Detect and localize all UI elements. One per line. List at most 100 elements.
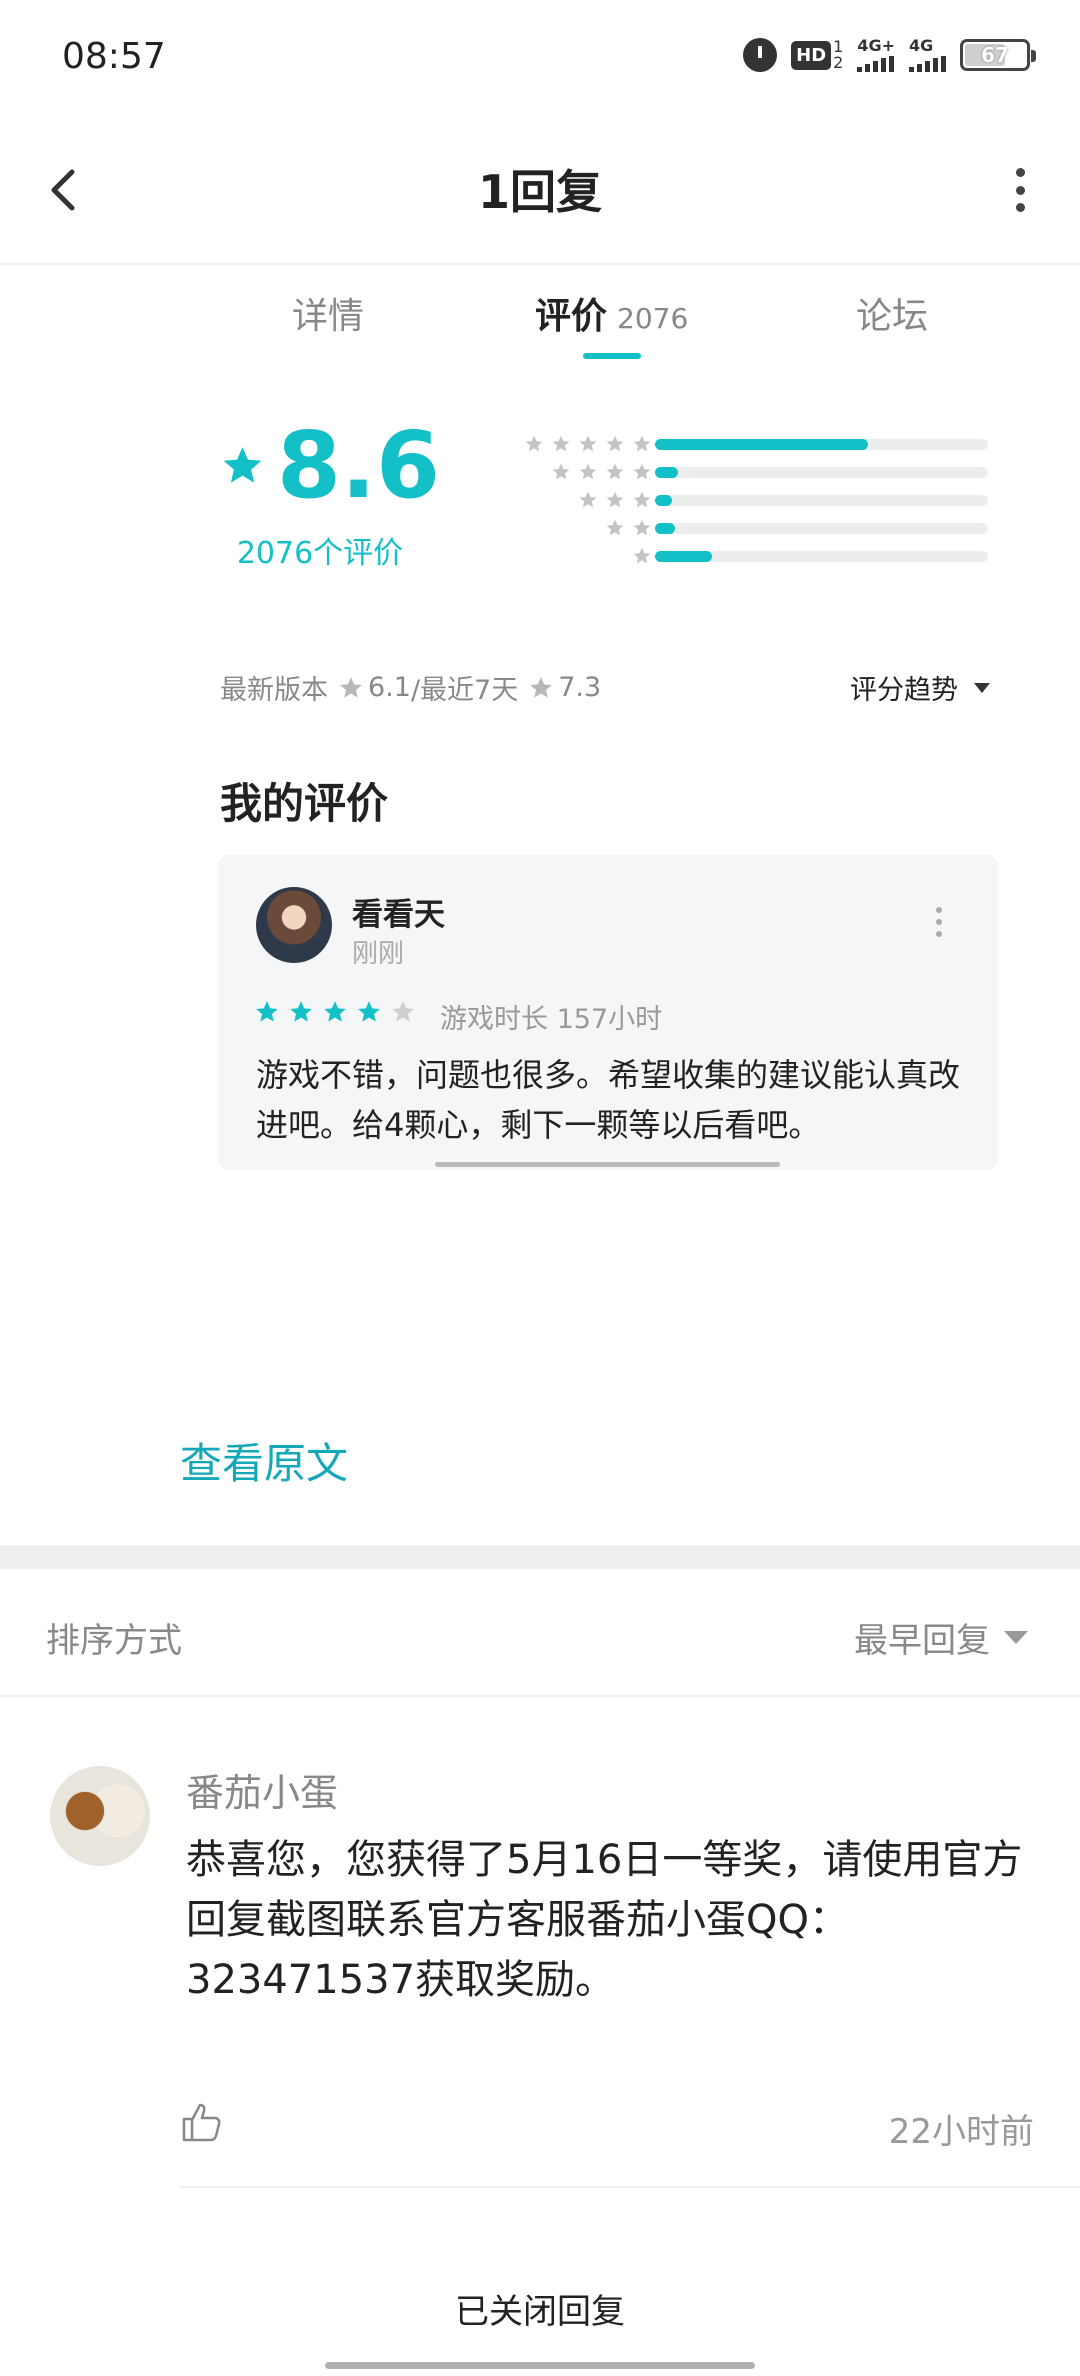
star-icon xyxy=(633,491,651,508)
hd-sim-sub: 2 xyxy=(833,53,844,72)
distribution-bar xyxy=(655,522,675,534)
sort-row: 排序方式 最早回复 xyxy=(0,1569,1080,1697)
tab-indicator xyxy=(583,353,641,359)
latest-version-label: 最新版本 xyxy=(220,675,328,706)
star-icon xyxy=(579,463,597,480)
star-icon xyxy=(633,519,651,536)
distribution-row-2-star xyxy=(480,514,1000,542)
distribution-bar xyxy=(655,466,678,478)
alarm-icon xyxy=(743,38,778,72)
sort-value: 最早回复 xyxy=(854,1621,990,1661)
status-bar: 08:57 HD 12 4G+ 4G 67 xyxy=(0,0,1080,120)
distribution-track xyxy=(655,494,988,506)
more-dot-icon xyxy=(936,907,942,913)
hd-sim-label: 12 xyxy=(833,39,843,71)
sort-dropdown[interactable]: 最早回复 xyxy=(854,1613,1028,1662)
star-filled-icon xyxy=(290,1001,312,1022)
star-icon xyxy=(579,435,597,452)
reply-user-name[interactable]: 番茄小蛋 xyxy=(186,1762,338,1817)
status-time: 08:57 xyxy=(62,36,166,77)
like-button[interactable] xyxy=(180,2100,224,2144)
star-icon xyxy=(633,547,651,564)
scroll-indicator xyxy=(435,1162,780,1167)
network-label-1: 4G+ xyxy=(857,36,895,55)
rating-score: 8.6 xyxy=(277,412,440,519)
thumbs-up-icon xyxy=(182,2103,221,2142)
battery-percent: 67 xyxy=(981,43,1009,67)
avatar[interactable] xyxy=(256,887,332,963)
signal-bars-icon xyxy=(909,56,946,72)
caret-down-icon xyxy=(974,682,990,693)
distribution-row-1-star xyxy=(480,542,1000,570)
star-filled-icon xyxy=(324,1001,346,1022)
status-icons: HD 12 4G+ 4G 67 xyxy=(743,38,1036,72)
more-dot-icon xyxy=(1015,185,1025,195)
star-filled-icon xyxy=(256,1001,278,1022)
review-more-button[interactable] xyxy=(936,907,946,937)
star-empty-icon xyxy=(392,1001,414,1022)
tab-bar: 详情 评价 2076 论坛 xyxy=(0,267,1080,367)
distribution-row-5-star xyxy=(480,430,1000,458)
reply-content: 恭喜您，您获得了5月16日一等奖，请使用官方回复截图联系官方客服番茄小蛋QQ：3… xyxy=(186,1837,1023,2003)
my-review-card[interactable]: 看看天 刚刚 游戏时长 157小时 游戏不错，问题也很多。希望收集的建议能认真改… xyxy=(218,855,998,1170)
battery-icon: 67 xyxy=(960,39,1036,71)
more-dot-icon xyxy=(936,919,942,925)
star-icon xyxy=(606,435,624,452)
star-icon xyxy=(579,491,597,508)
more-dot-icon xyxy=(1015,168,1025,177)
review-playtime: 游戏时长 157小时 xyxy=(440,1004,663,1035)
recent-score: 7.3 xyxy=(558,672,602,703)
more-dot-icon xyxy=(1015,203,1025,212)
hd-icon: HD xyxy=(791,40,832,70)
star-icon xyxy=(552,463,570,480)
distribution-row-4-star xyxy=(480,458,1000,486)
distribution-bar xyxy=(655,494,672,506)
review-user-name[interactable]: 看看天 xyxy=(352,889,445,934)
tab-reviews[interactable]: 评价 2076 xyxy=(535,287,688,339)
more-dot-icon xyxy=(936,931,942,937)
version-rating-row: 最新版本 6.1 /最近7天 7.3 xyxy=(220,668,601,707)
latest-version-score: 6.1 xyxy=(368,672,411,703)
rating-trend-dropdown[interactable]: 评分趋势 xyxy=(850,668,990,707)
my-review-title: 我的评价 xyxy=(220,779,389,828)
network-label-2: 4G xyxy=(909,36,934,55)
tab-reviews-count: 2076 xyxy=(617,302,689,335)
header: 1回复 xyxy=(0,120,1080,265)
replies-closed-text: 已关闭回复 xyxy=(455,2292,625,2332)
tab-reviews-label: 评价 xyxy=(535,296,608,337)
sort-label: 排序方式 xyxy=(46,1621,182,1661)
star-icon xyxy=(340,676,362,698)
star-icon xyxy=(606,491,624,508)
star-icon xyxy=(606,463,624,480)
divider xyxy=(180,2186,1080,2188)
star-icon xyxy=(223,447,262,483)
signal-bars-icon xyxy=(857,56,895,72)
review-stars xyxy=(254,999,416,1025)
review-time: 刚刚 xyxy=(352,939,405,969)
star-icon xyxy=(606,519,624,536)
avatar[interactable] xyxy=(50,1766,150,1866)
view-original-link[interactable]: 查看原文 xyxy=(180,1430,348,1491)
tab-details[interactable]: 详情 xyxy=(292,287,364,339)
star-icon xyxy=(633,463,651,480)
section-divider xyxy=(0,1545,1080,1569)
network-signal-1: 4G+ xyxy=(857,38,895,72)
reply-time: 22小时前 xyxy=(888,2112,1034,2152)
distribution-track xyxy=(655,466,988,478)
caret-down-icon xyxy=(1004,1631,1028,1644)
tab-forum[interactable]: 论坛 xyxy=(856,287,928,339)
network-signal-2: 4G xyxy=(909,38,946,72)
review-content: 游戏不错，问题也很多。希望收集的建议能认真改进吧。给4颗心，剩下一颗等以后看吧。 xyxy=(256,1056,961,1144)
distribution-row-3-star xyxy=(480,486,1000,514)
distribution-track xyxy=(655,522,988,534)
rating-trend-label: 评分趋势 xyxy=(850,675,958,706)
distribution-bar xyxy=(655,550,712,562)
star-icon xyxy=(633,435,651,452)
page-title: 1回复 xyxy=(477,165,602,219)
home-indicator[interactable] xyxy=(325,2362,755,2369)
rating-summary: 8.6 2076个评价 xyxy=(220,420,440,572)
more-options-button[interactable] xyxy=(1000,160,1040,220)
star-filled-icon xyxy=(358,1001,380,1022)
star-icon xyxy=(530,676,553,698)
star-icon xyxy=(525,435,543,452)
